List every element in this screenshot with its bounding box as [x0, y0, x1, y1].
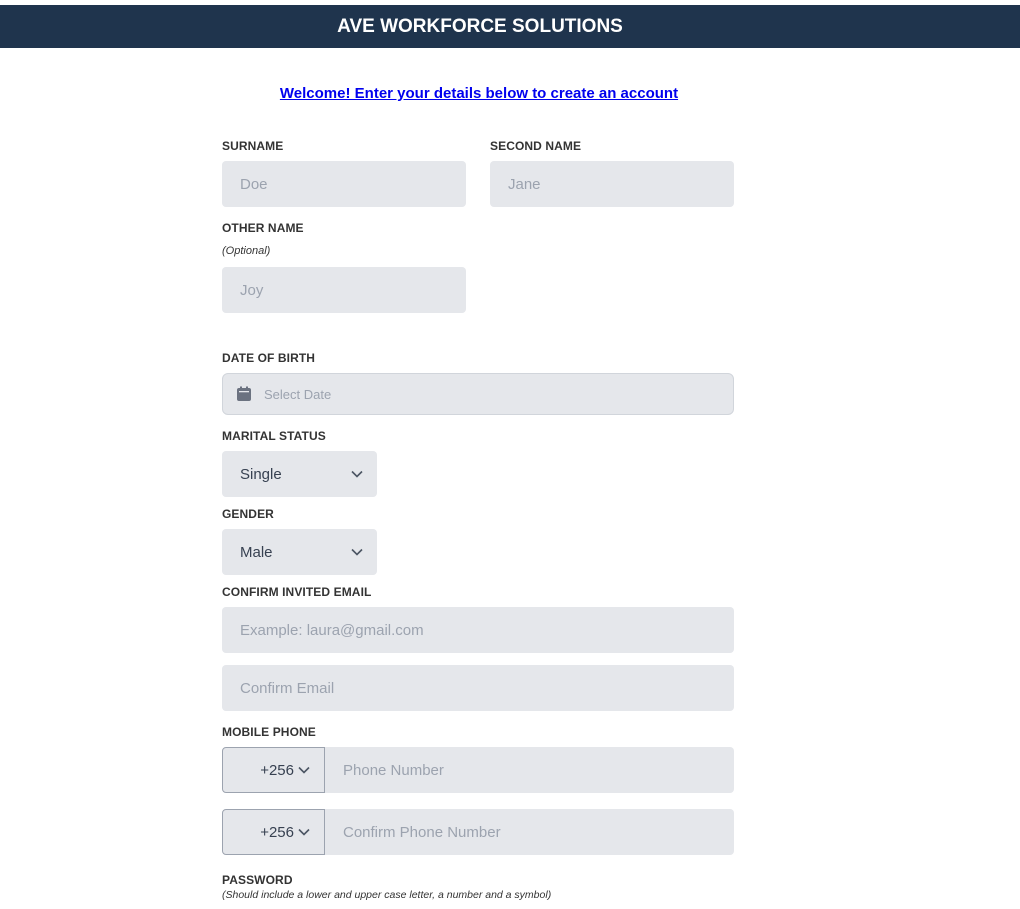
confirm-country-code-value: +256 — [260, 823, 294, 841]
app-title: AVE WORKFORCE SOLUTIONS — [337, 15, 623, 37]
mobile-phone-label: MOBILE PHONE — [222, 725, 316, 739]
confirm-phone-input[interactable] — [325, 809, 734, 855]
dob-picker[interactable] — [222, 373, 734, 415]
chevron-down-icon — [298, 828, 310, 836]
phone-input[interactable] — [325, 747, 734, 793]
calendar-icon — [237, 386, 251, 401]
other-name-input[interactable] — [222, 267, 466, 313]
welcome-link[interactable]: Welcome! Enter your details below to cre… — [0, 85, 958, 102]
marital-status-value: Single — [240, 465, 282, 483]
marital-status-label: MARITAL STATUS — [222, 429, 326, 443]
other-name-label: OTHER NAME — [222, 221, 304, 235]
confirm-country-code-select[interactable]: +256 — [222, 809, 325, 855]
surname-label: SURNAME — [222, 139, 284, 153]
chevron-down-icon — [351, 548, 363, 556]
country-code-value: +256 — [260, 761, 294, 779]
second-name-label: SECOND NAME — [490, 139, 582, 153]
gender-label: GENDER — [222, 507, 274, 521]
second-name-input[interactable] — [490, 161, 734, 207]
email-label: CONFIRM INVITED EMAIL — [222, 585, 372, 599]
email-input[interactable] — [222, 607, 734, 653]
gender-value: Male — [240, 543, 273, 561]
app-header: AVE WORKFORCE SOLUTIONS — [0, 5, 1020, 48]
password-label: PASSWORD — [222, 873, 293, 887]
chevron-down-icon — [298, 766, 310, 774]
confirm-email-input[interactable] — [222, 665, 734, 711]
chevron-down-icon — [351, 470, 363, 478]
other-name-hint: (Optional) — [222, 245, 271, 257]
country-code-select[interactable]: +256 — [222, 747, 325, 793]
marital-status-select[interactable]: Single — [222, 451, 377, 497]
dob-label: DATE OF BIRTH — [222, 351, 316, 365]
password-hint: (Should include a lower and upper case l… — [222, 889, 552, 901]
surname-input[interactable] — [222, 161, 466, 207]
dob-input[interactable] — [262, 385, 733, 403]
gender-select[interactable]: Male — [222, 529, 377, 575]
